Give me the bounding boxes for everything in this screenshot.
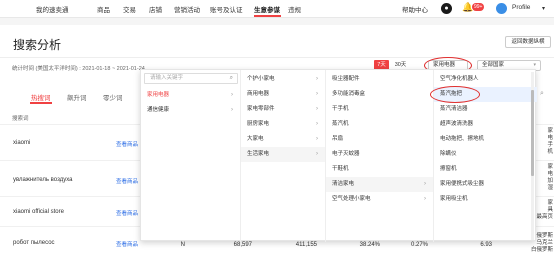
table-row-keyword: xiaomi official store [13, 209, 64, 215]
table-row-keyword: робот пылесос [13, 240, 55, 246]
menu-item[interactable]: 大家电 › [241, 132, 325, 147]
menu-item-selected[interactable]: 生活家电 › [241, 147, 325, 162]
chevron-right-icon: › [316, 136, 318, 142]
menu-item[interactable]: 家电零部件 › [241, 102, 325, 117]
category-search-input[interactable]: 请输入关键字 ⌕ [144, 73, 238, 84]
notification-badge: 99+ [472, 3, 485, 11]
chevron-right-icon: › [316, 91, 318, 97]
menu-item[interactable]: 电子灭蚊器 [326, 147, 433, 162]
chevron-right-icon: › [316, 76, 318, 82]
cascade-column-3: 吸尘器配件 多功能消毒盒 干手机 蒸汽机 吊扇 电子灭蚊器 干鞋机 清洁家电 › … [326, 70, 434, 242]
profile-link[interactable]: Profile [512, 4, 530, 11]
menu-item[interactable]: 空气处理小家电 › [326, 192, 433, 207]
menu-item[interactable]: 电动拖把、擦地机 [434, 132, 537, 147]
menu-item[interactable]: 干手机 [326, 102, 433, 117]
avatar[interactable] [496, 3, 507, 14]
header-divider [0, 57, 554, 58]
chevron-right-icon: › [316, 106, 318, 112]
menu-item[interactable]: 蒸汽清洁器 [434, 102, 537, 117]
table-cell: N [180, 242, 185, 248]
chevron-down-icon[interactable]: ▾ [542, 5, 545, 12]
highlight-circle [430, 86, 480, 103]
nav-business-advisor[interactable]: 生意参谋 [254, 4, 280, 14]
chevron-right-icon: › [316, 121, 318, 127]
active-tab-underline [30, 102, 52, 104]
nav-violations[interactable]: 违规 [288, 4, 301, 14]
tab-hot-words[interactable]: 热搜词 [31, 92, 51, 102]
nav-products[interactable]: 商品 [97, 4, 110, 14]
menu-item[interactable]: 蒸汽机 [326, 117, 433, 132]
menu-item[interactable]: 超声波清洗器 [434, 117, 537, 132]
menu-item[interactable]: 家用吸尘机 [434, 192, 537, 207]
column-header-search-term: 搜索词 [12, 116, 29, 122]
nav-store[interactable]: 店铺 [149, 4, 162, 14]
category-home-appliances[interactable]: 家用电器 › [141, 88, 240, 103]
table-cell: 38.24% [359, 242, 380, 248]
menu-item[interactable]: 多功能消毒盒 [326, 87, 433, 102]
table-cell: 411,155 [295, 242, 317, 248]
menu-item-selected[interactable]: 清洁家电 › [326, 177, 433, 192]
nav-my-aliexpress[interactable]: 我的速卖通 [36, 4, 69, 14]
menu-item[interactable]: 商用电器 › [241, 87, 325, 102]
chevron-right-icon: › [424, 196, 426, 202]
message-icon[interactable]: ● [441, 3, 452, 14]
menu-item[interactable]: 家用便携式吸尘器 [434, 177, 537, 192]
stat-time-label: 统计时间 (美国太平洋时间) : 2021-01-18 ~ 2021-01-24 [12, 66, 145, 72]
top-navigation: 我的速卖通 商品 交易 店铺 营销活动 账号及认证 生意参谋 违规 帮助中心 ●… [0, 0, 554, 18]
nav-account[interactable]: 账号及认证 [210, 4, 243, 14]
menu-item[interactable]: 个护小家电 › [241, 72, 325, 87]
cascade-column-2: 个护小家电 › 商用电器 › 家电零部件 › 厨房家电 › 大家电 › 生活家电 › [241, 70, 326, 242]
tab-rising-words[interactable]: 飙升词 [67, 92, 87, 102]
chevron-right-icon: › [424, 181, 426, 187]
menu-item[interactable]: 除螨仪 [434, 147, 537, 162]
table-cell: 68,597 [233, 242, 252, 248]
menu-item[interactable]: 吊扇 [326, 132, 433, 147]
view-products-link[interactable]: 查看商品 [116, 209, 138, 217]
chevron-right-icon: › [231, 107, 233, 113]
nav-marketing[interactable]: 营销活动 [174, 4, 200, 14]
cascade-column-4: 空气净化机器人 蒸汽拖把 蒸汽清洁器 超声波清洗器 电动拖把、擦地机 除螨仪 擦… [430, 70, 537, 242]
category-health[interactable]: 通信健康 › [141, 103, 240, 118]
menu-item[interactable]: 吸尘器配件 [326, 72, 433, 87]
menu-item[interactable]: 厨房家电 › [241, 117, 325, 132]
chevron-right-icon: › [316, 151, 318, 157]
page-title: 搜索分析 [13, 38, 62, 52]
category-cascade-menu: 请输入关键字 ⌕ 家用电器 › 通信健康 › 个护小家电 › 商用电器 › 家电零部件 ›… [140, 69, 537, 242]
table-row-keyword: увлажнитель воздуха [13, 177, 73, 183]
menu-item[interactable]: 擦窗机 [434, 162, 537, 177]
table-cell: 6.93 [480, 242, 492, 248]
view-products-link[interactable]: 查看商品 [116, 240, 138, 248]
scrollbar-thumb[interactable] [531, 90, 534, 176]
table-row-keyword: xiaomi [13, 140, 31, 146]
tab-zero-words[interactable]: 零少词 [103, 92, 123, 102]
view-products-link[interactable]: 查看商品 [116, 140, 138, 148]
active-nav-underline [254, 15, 281, 17]
chevron-right-icon: › [231, 92, 233, 98]
search-icon: ⌕ [229, 75, 233, 81]
view-products-link[interactable]: 查看商品 [116, 177, 138, 185]
menu-item[interactable]: 干鞋机 [326, 162, 433, 177]
menu-item[interactable]: 空气净化机器人 [434, 72, 537, 87]
cascade-column-1: 请输入关键字 ⌕ 家用电器 › 通信健康 › [141, 70, 241, 242]
table-cell: 0.27% [410, 242, 428, 248]
back-to-data-button[interactable]: 返回数据纵横 [505, 36, 551, 48]
help-center-link[interactable]: 帮助中心 [402, 4, 428, 14]
nav-trade[interactable]: 交易 [123, 4, 136, 14]
search-icon[interactable]: ⌕ [540, 90, 544, 98]
